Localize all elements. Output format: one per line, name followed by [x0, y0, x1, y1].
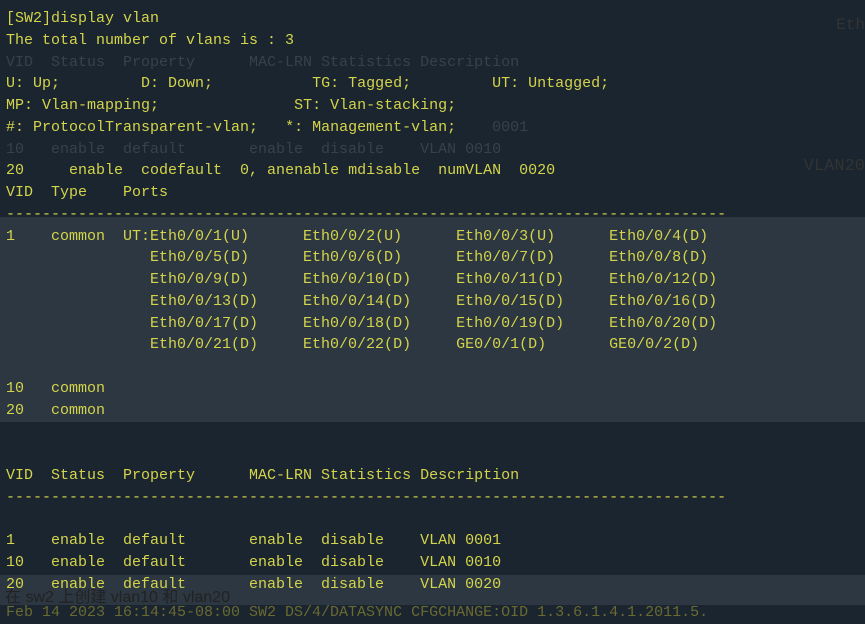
status-row-1: 1 enable default enable disable VLAN 000… — [6, 530, 859, 552]
caption-text: 在 sw2 上创建 vlan10 和 vlan20 — [5, 586, 230, 609]
ports-header: VID Type Ports — [6, 182, 859, 204]
vlan1-row5: Eth0/0/17(D) Eth0/0/18(D) Eth0/0/19(D) E… — [6, 313, 859, 335]
watermark-eth: Eth — [836, 14, 865, 37]
legend-line-2: MP: Vlan-mapping; ST: Vlan-stacking; — [6, 95, 859, 117]
status-header: VID Status Property MAC-LRN Statistics D… — [6, 465, 859, 487]
vlan1-prefix: 1 common UT: — [6, 228, 150, 245]
ghost-0001: 0001 — [456, 119, 528, 136]
vlan1-row6: Eth0/0/21(D) Eth0/0/22(D) GE0/0/1(D) GE0… — [6, 334, 859, 356]
g20-a: 20 enable co — [6, 162, 159, 179]
divider-2: ----------------------------------------… — [6, 487, 859, 509]
g20-e: VLAN 0020 — [465, 162, 555, 179]
vlan1-row2: Eth0/0/5(D) Eth0/0/6(D) Eth0/0/7(D) Eth0… — [6, 247, 859, 269]
ghost-header-line: VID Status Property MAC-LRN Statistics D… — [6, 52, 859, 74]
legend-mgmt: *: Management-vlan; — [285, 119, 456, 136]
legend-line-3: #: ProtocolTransparent-vlan; *: Manageme… — [6, 117, 859, 139]
status-row-10: 10 enable default enable disable VLAN 00… — [6, 552, 859, 574]
divider-1: ----------------------------------------… — [6, 204, 859, 226]
g20-b: default 0, an — [159, 162, 285, 179]
ghost-row-20-mix: 20 enable codefault 0, anenable mdisable… — [6, 160, 859, 182]
blank-3 — [6, 443, 859, 465]
blank-4 — [6, 508, 859, 530]
vlan1-row3: Eth0/0/9(D) Eth0/0/10(D) Eth0/0/11(D) Et… — [6, 269, 859, 291]
legend-proto: #: ProtocolTransparent-vlan; — [6, 119, 258, 136]
legend-down: D: Down; — [141, 75, 213, 92]
watermark-vlan20: VLAN20 — [804, 155, 865, 180]
g20-c: enable m — [285, 162, 357, 179]
legend-up: U: Up; — [6, 75, 60, 92]
legend-tagged: TG: Tagged; — [312, 75, 411, 92]
legend-stacking: ST: Vlan-stacking; — [294, 97, 456, 114]
vlan1-row4: Eth0/0/13(D) Eth0/0/14(D) Eth0/0/15(D) E… — [6, 291, 859, 313]
vlan1-ports-1: Eth0/0/1(U) Eth0/0/2(U) Eth0/0/3(U) Eth0… — [150, 228, 708, 245]
legend-untagged: UT: Untagged; — [492, 75, 609, 92]
vlan20-line: 20 common — [6, 400, 859, 422]
blank-1 — [6, 356, 859, 378]
vlan1-row1: 1 common UT:Eth0/0/1(U) Eth0/0/2(U) Eth0… — [6, 226, 859, 248]
prompt-line: [SW2]display vlan — [6, 8, 859, 30]
g20-d: disable num — [357, 162, 465, 179]
total-vlans-line: The total number of vlans is : 3 — [6, 30, 859, 52]
terminal-output: [SW2]display vlan The total number of vl… — [0, 0, 865, 603]
vlan10-line: 10 common — [6, 378, 859, 400]
legend-mapping: MP: Vlan-mapping; — [6, 97, 159, 114]
blank-2 — [6, 421, 859, 443]
legend-line-1: U: Up; D: Down; TG: Tagged; UT: Untagged… — [6, 73, 859, 95]
ghost-row-10: 10 enable default enable disable VLAN 00… — [6, 139, 859, 161]
